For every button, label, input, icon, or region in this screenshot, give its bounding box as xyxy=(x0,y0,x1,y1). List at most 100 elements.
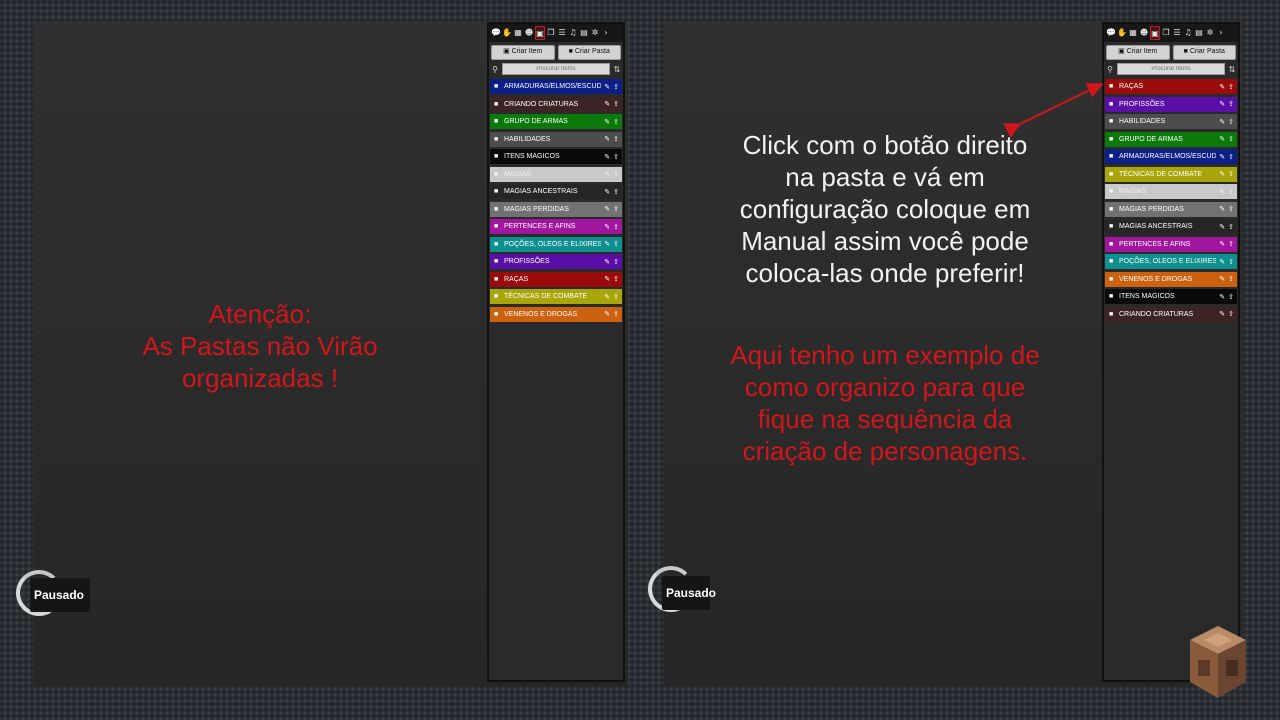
hand-icon[interactable]: ✋ xyxy=(1117,26,1127,40)
import-icon[interactable]: ⇪ xyxy=(1228,258,1234,266)
import-icon[interactable]: ⇪ xyxy=(1228,153,1234,161)
folder-row[interactable]: ■ MAGIAS PERDIDAS ✎ ⇪ xyxy=(1105,201,1237,217)
import-icon[interactable]: ⇪ xyxy=(1228,240,1234,248)
import-icon[interactable]: ⇪ xyxy=(613,205,619,213)
import-icon[interactable]: ⇪ xyxy=(1228,83,1234,91)
folder-row[interactable]: ■ MAGIAS ANCESTRAIS ✎ ⇪ xyxy=(1105,219,1237,234)
create-folder-button[interactable]: ■ Criar Pasta xyxy=(1172,45,1236,60)
import-icon[interactable]: ⇪ xyxy=(1228,205,1234,213)
chevron-right-icon[interactable]: › xyxy=(1216,26,1226,40)
folder-row[interactable]: ■ PROFISSÕES ✎ ⇪ xyxy=(1105,96,1237,112)
folder-row[interactable]: ■ MAGIAS ✎ ⇪ xyxy=(490,166,622,182)
folder-row[interactable]: ■ CRIANDO CRIATURAS ✎ ⇪ xyxy=(1105,306,1237,322)
folder-row[interactable]: ■ PROFISSÕES ✎ ⇪ xyxy=(490,254,622,269)
search-input[interactable] xyxy=(1117,63,1225,75)
folder-row[interactable]: ■ MAGIAS ANCESTRAIS ✎ ⇪ xyxy=(490,184,622,199)
import-icon[interactable]: ⇪ xyxy=(613,240,619,248)
music-icon[interactable]: ♫ xyxy=(1183,26,1193,40)
folder-row[interactable]: ■ MAGIAS ✎ ⇪ xyxy=(1105,184,1237,199)
page-icon[interactable]: ▤ xyxy=(1194,26,1204,40)
edit-icon[interactable]: ✎ xyxy=(1219,100,1225,108)
folder-row[interactable]: ■ POÇÕES, OLEOS E ELIXIRES ✎ ⇪ xyxy=(1105,254,1237,269)
import-icon[interactable]: ⇪ xyxy=(1228,188,1234,196)
page-icon[interactable]: ▤ xyxy=(579,26,589,40)
import-icon[interactable]: ⇪ xyxy=(1228,170,1234,178)
import-icon[interactable]: ⇪ xyxy=(1228,118,1234,126)
folder-row[interactable]: ■ PERTENCES E AFINS ✎ ⇪ xyxy=(1105,236,1237,252)
folder-row[interactable]: ■ GRUPO DE ARMAS ✎ ⇪ xyxy=(490,114,622,129)
map-icon[interactable]: ▦ xyxy=(1128,26,1138,40)
edit-icon[interactable]: ✎ xyxy=(1219,293,1225,301)
edit-icon[interactable]: ✎ xyxy=(604,188,610,196)
create-item-button[interactable]: ▣ Criar Item xyxy=(491,45,555,60)
folder-row[interactable]: ■ ITENS MAGICOS ✎ ⇪ xyxy=(490,149,622,164)
list-icon[interactable]: ☰ xyxy=(1172,26,1182,40)
edit-icon[interactable]: ✎ xyxy=(1219,258,1225,266)
import-icon[interactable]: ⇪ xyxy=(613,135,619,143)
folder-row[interactable]: ■ ITENS MAGICOS ✎ ⇪ xyxy=(1105,289,1237,304)
map-icon[interactable]: ▦ xyxy=(513,26,523,40)
edit-icon[interactable]: ✎ xyxy=(1219,153,1225,161)
folder-row[interactable]: ■ TÉCNICAS DE COMBATE ✎ ⇪ xyxy=(490,289,622,304)
gears-icon[interactable]: ✲ xyxy=(1205,26,1215,40)
edit-icon[interactable]: ✎ xyxy=(604,223,610,231)
folder-row[interactable]: ■ VENENOS E DROGAS ✎ ⇪ xyxy=(1105,271,1237,287)
edit-icon[interactable]: ✎ xyxy=(1219,170,1225,178)
gears-icon[interactable]: ✲ xyxy=(590,26,600,40)
edit-icon[interactable]: ✎ xyxy=(604,170,610,178)
import-icon[interactable]: ⇪ xyxy=(1228,310,1234,318)
edit-icon[interactable]: ✎ xyxy=(1219,188,1225,196)
hand-icon[interactable]: ✋ xyxy=(502,26,512,40)
import-icon[interactable]: ⇪ xyxy=(613,310,619,318)
folder-row[interactable]: ■ GRUPO DE ARMAS ✎ ⇪ xyxy=(1105,131,1237,147)
edit-icon[interactable]: ✎ xyxy=(604,135,610,143)
bag-icon[interactable]: ▣ xyxy=(1150,26,1160,40)
import-icon[interactable]: ⇪ xyxy=(613,293,619,301)
import-icon[interactable]: ⇪ xyxy=(613,153,619,161)
users-icon[interactable]: ☻ xyxy=(524,26,534,40)
import-icon[interactable]: ⇪ xyxy=(1228,135,1234,143)
import-icon[interactable]: ⇪ xyxy=(613,258,619,266)
edit-icon[interactable]: ✎ xyxy=(604,118,610,126)
import-icon[interactable]: ⇪ xyxy=(613,275,619,283)
folder-row[interactable]: ■ ARMADURAS/ELMOS/ESCUDOS ✎ ⇪ xyxy=(490,79,622,94)
list-icon[interactable]: ☰ xyxy=(557,26,567,40)
import-icon[interactable]: ⇪ xyxy=(613,118,619,126)
chat-icon[interactable]: 💬 xyxy=(1106,26,1116,40)
book-icon[interactable]: ❒ xyxy=(546,26,556,40)
edit-icon[interactable]: ✎ xyxy=(1219,83,1225,91)
edit-icon[interactable]: ✎ xyxy=(1219,240,1225,248)
search-input[interactable] xyxy=(502,63,610,75)
edit-icon[interactable]: ✎ xyxy=(1219,118,1225,126)
edit-icon[interactable]: ✎ xyxy=(1219,135,1225,143)
users-icon[interactable]: ☻ xyxy=(1139,26,1149,40)
sort-icon[interactable]: ⇅ xyxy=(1228,65,1236,74)
edit-icon[interactable]: ✎ xyxy=(1219,223,1225,231)
edit-icon[interactable]: ✎ xyxy=(604,100,610,108)
book-icon[interactable]: ❒ xyxy=(1161,26,1171,40)
folder-row[interactable]: ■ PERTENCES E AFINS ✎ ⇪ xyxy=(490,219,622,234)
edit-icon[interactable]: ✎ xyxy=(604,310,610,318)
folder-row[interactable]: ■ RAÇAS ✎ ⇪ xyxy=(1105,79,1237,94)
folder-row[interactable]: ■ POÇÕES, OLEOS E ELIXIRES ✎ ⇪ xyxy=(490,236,622,252)
sort-icon[interactable]: ⇅ xyxy=(613,65,621,74)
folder-row[interactable]: ■ HABILIDADES ✎ ⇪ xyxy=(1105,114,1237,129)
create-folder-button[interactable]: ■ Criar Pasta xyxy=(557,45,621,60)
folder-row[interactable]: ■ TÉCNICAS DE COMBATE ✎ ⇪ xyxy=(1105,166,1237,182)
edit-icon[interactable]: ✎ xyxy=(604,240,610,248)
edit-icon[interactable]: ✎ xyxy=(604,258,610,266)
folder-row[interactable]: ■ MAGIAS PERDIDAS ✎ ⇪ xyxy=(490,201,622,217)
edit-icon[interactable]: ✎ xyxy=(1219,310,1225,318)
edit-icon[interactable]: ✎ xyxy=(1219,275,1225,283)
edit-icon[interactable]: ✎ xyxy=(604,293,610,301)
chevron-right-icon[interactable]: › xyxy=(601,26,611,40)
chat-icon[interactable]: 💬 xyxy=(491,26,501,40)
import-icon[interactable]: ⇪ xyxy=(613,170,619,178)
folder-row[interactable]: ■ VENENOS E DROGAS ✎ ⇪ xyxy=(490,306,622,322)
edit-icon[interactable]: ✎ xyxy=(604,83,610,91)
folder-row[interactable]: ■ RAÇAS ✎ ⇪ xyxy=(490,271,622,287)
import-icon[interactable]: ⇪ xyxy=(1228,223,1234,231)
import-icon[interactable]: ⇪ xyxy=(1228,100,1234,108)
edit-icon[interactable]: ✎ xyxy=(604,153,610,161)
create-item-button[interactable]: ▣ Criar Item xyxy=(1106,45,1170,60)
